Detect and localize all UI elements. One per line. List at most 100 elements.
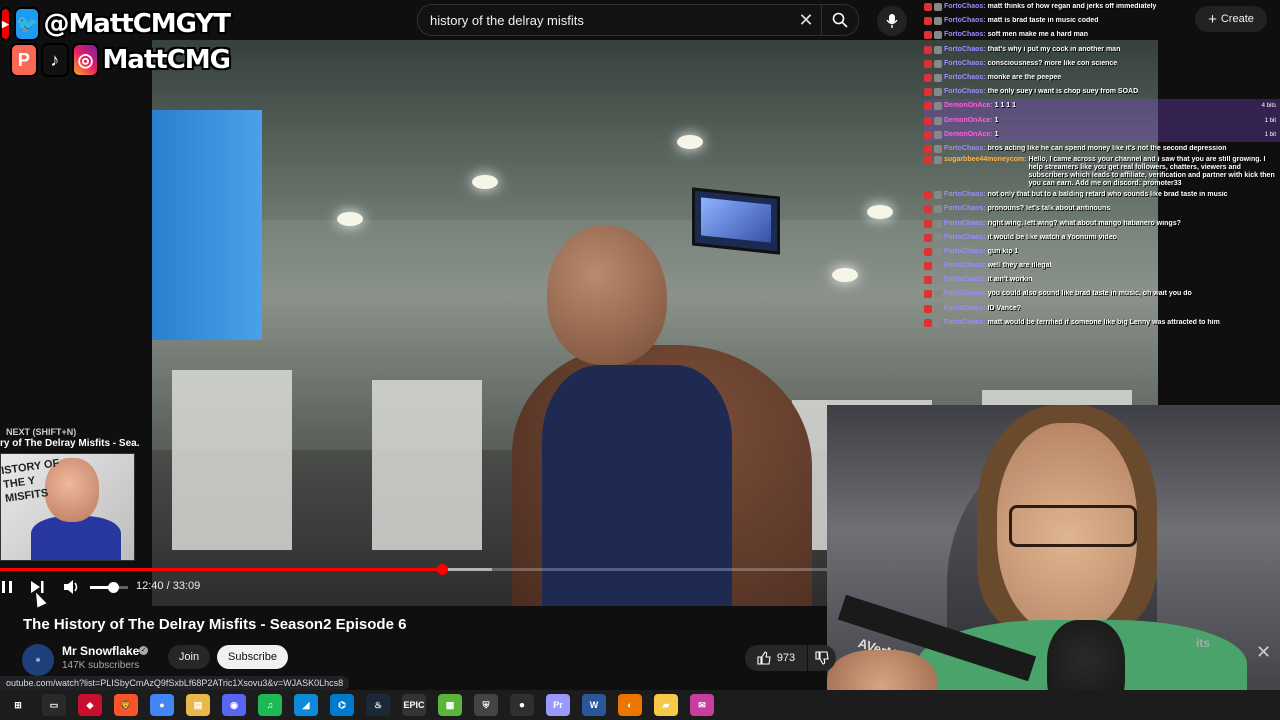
verified-icon: ✓	[139, 646, 148, 655]
taskbar-chat-icon[interactable]: ✉	[690, 694, 714, 716]
chat-text: gun kip 1	[987, 247, 1019, 255]
chat-badge-icon	[934, 304, 942, 313]
chat-text: matt thinks of how regan and jerks off i…	[987, 3, 1157, 11]
volume-knob[interactable]	[107, 582, 119, 593]
up-next-title[interactable]: ry of The Delray Misfits - Sea...	[0, 438, 140, 449]
chat-badge-icon	[924, 276, 932, 285]
taskbar-vscode-icon[interactable]: ⌬	[330, 694, 354, 716]
taskbar-spotify-icon[interactable]: ♫	[258, 694, 282, 716]
taskbar-minecraft-icon[interactable]: ▦	[438, 694, 462, 716]
chat-badge-icon	[934, 144, 942, 153]
dislike-button[interactable]	[808, 645, 836, 671]
chat-username: FortoChaos:	[944, 247, 986, 255]
taskbar-start-icon[interactable]: ⊞	[6, 694, 30, 716]
chat-text: matt is brad taste in music coded	[987, 17, 1099, 25]
channel-avatar[interactable]: ❄	[22, 644, 54, 676]
like-button[interactable]: 973	[745, 645, 807, 671]
chat-message: FortoChaos: monke are the peepee	[924, 71, 1280, 85]
chat-message: FortoChaos: ID Vance?	[924, 302, 1280, 316]
taskbar-epic-icon[interactable]: EPIC	[402, 694, 426, 716]
chat-text: not only that but to a balding retard wh…	[987, 191, 1228, 199]
chat-badge-icon	[924, 191, 932, 200]
taskbar-obs-icon[interactable]: ⏺	[510, 694, 534, 716]
chat-username: FortoChaos:	[944, 3, 986, 11]
chat-badge-icon	[934, 233, 942, 242]
search-input[interactable]: history of the delray misfits	[418, 13, 791, 28]
chat-badge-icon	[924, 45, 932, 54]
patreon-icon: P	[10, 43, 38, 77]
pause-button[interactable]	[0, 577, 14, 597]
thumbs-down-icon	[815, 651, 829, 665]
ceiling-light	[677, 135, 703, 149]
taskbar-files-icon[interactable]: ▤	[186, 694, 210, 716]
chat-text: the only suey i want is chop suey from S…	[987, 88, 1139, 96]
status-url: outube.com/watch?list=PLISbyCmAzQ9fSxbLf…	[0, 676, 350, 690]
chat-message: FortoChaos: right wing, left wing? what a…	[924, 216, 1280, 230]
chat-badge-icon	[934, 219, 942, 228]
channel-name[interactable]: Mr Snowflake	[62, 644, 139, 658]
chat-badge-icon	[924, 219, 932, 228]
chat-username: FortoChaos:	[944, 276, 986, 284]
chat-badge-icon	[934, 116, 942, 125]
video-frame-blue-wall	[152, 110, 262, 340]
chat-badge-icon	[924, 318, 932, 327]
close-icon: ✕	[1256, 642, 1272, 662]
like-count: 973	[776, 652, 796, 664]
chat-message: FortoChaos: soft men make me a hard man	[924, 28, 1280, 42]
chat-bits: 1 bit	[1264, 131, 1276, 138]
taskbar-chrome-icon[interactable]: ●	[150, 694, 174, 716]
taskbar-brave-icon[interactable]: 🦁	[114, 694, 138, 716]
taskbar-discord-icon[interactable]: ◉	[222, 694, 246, 716]
voice-search-button[interactable]	[877, 6, 907, 36]
taskbar-task-view-icon[interactable]: ▭	[42, 694, 66, 716]
chat-text: well they are illegal	[987, 262, 1052, 270]
tiktok-icon: ♪	[40, 43, 69, 77]
mute-button[interactable]	[62, 577, 82, 597]
chat-badge-icon	[924, 233, 932, 242]
taskbar-steam-icon[interactable]: ♨	[366, 694, 390, 716]
chat-badge-icon	[924, 262, 932, 271]
chat-message: FortoChaos: you could also sound like bra…	[924, 287, 1280, 301]
chat-badge-icon	[934, 318, 942, 327]
webcam-glasses	[1009, 505, 1137, 547]
chat-message: sugarbbee44moneycom: Hello, I came across…	[924, 156, 1280, 188]
progress-played	[0, 568, 443, 571]
up-next-thumbnail[interactable]: ISTORY OF THE Y MISFITS	[0, 453, 135, 561]
join-button[interactable]: Join	[168, 645, 210, 669]
chat-badge-icon	[934, 191, 942, 200]
search-bar[interactable]: history of the delray misfits ✕	[417, 4, 859, 36]
chat-badge-icon	[934, 88, 942, 97]
chat-username: sugarbbee44moneycom:	[944, 156, 1027, 164]
chat-badge-icon	[924, 247, 932, 256]
chat-text: consciousness? more like con science	[987, 59, 1118, 67]
chat-badge-icon	[934, 74, 942, 83]
chat-message: FortoChaos: that's why i put my cock in a…	[924, 43, 1280, 57]
chat-text: right wing, left wing? what about mango …	[987, 219, 1181, 227]
chat-badge-icon	[924, 130, 932, 139]
mic-icon	[886, 14, 898, 28]
chat-username: DemonOnAce:	[944, 116, 993, 124]
chat-username: FortoChaos:	[944, 304, 986, 312]
taskbar-premiere-icon[interactable]: Pr	[546, 694, 570, 716]
chat-message: DemonOnAce: 1 1 bit	[924, 113, 1280, 128]
taskbar-word-icon[interactable]: W	[582, 694, 606, 716]
chat-text: it ain't workin	[987, 276, 1033, 284]
chat-message: FortoChaos: pronouns? let's talk about an…	[924, 202, 1280, 216]
taskbar-notes-icon[interactable]: ▰	[654, 694, 678, 716]
chat-username: FortoChaos:	[944, 59, 986, 67]
subscribe-button[interactable]: Subscribe	[217, 645, 288, 669]
clear-search-button[interactable]: ✕	[791, 10, 821, 31]
taskbar-blender-icon[interactable]: ◐	[618, 694, 642, 716]
taskbar-affinity-icon[interactable]: ◆	[78, 694, 102, 716]
close-panel-button[interactable]: ✕	[1256, 642, 1271, 663]
ceiling-light	[832, 268, 858, 282]
chat-username: FortoChaos:	[944, 191, 986, 199]
webcam-overlay: AVerMedia	[827, 405, 1280, 720]
taskbar-edge-icon[interactable]: ◢	[294, 694, 318, 716]
chat-username: FortoChaos:	[944, 219, 986, 227]
chat-text: pronouns? let's talk about antinouns	[987, 205, 1111, 213]
youtube-icon: ▶	[0, 7, 12, 41]
chat-bits: 1 bit	[1264, 117, 1276, 124]
taskbar-shield-icon[interactable]: ⛨	[474, 694, 498, 716]
search-button[interactable]	[821, 5, 858, 35]
